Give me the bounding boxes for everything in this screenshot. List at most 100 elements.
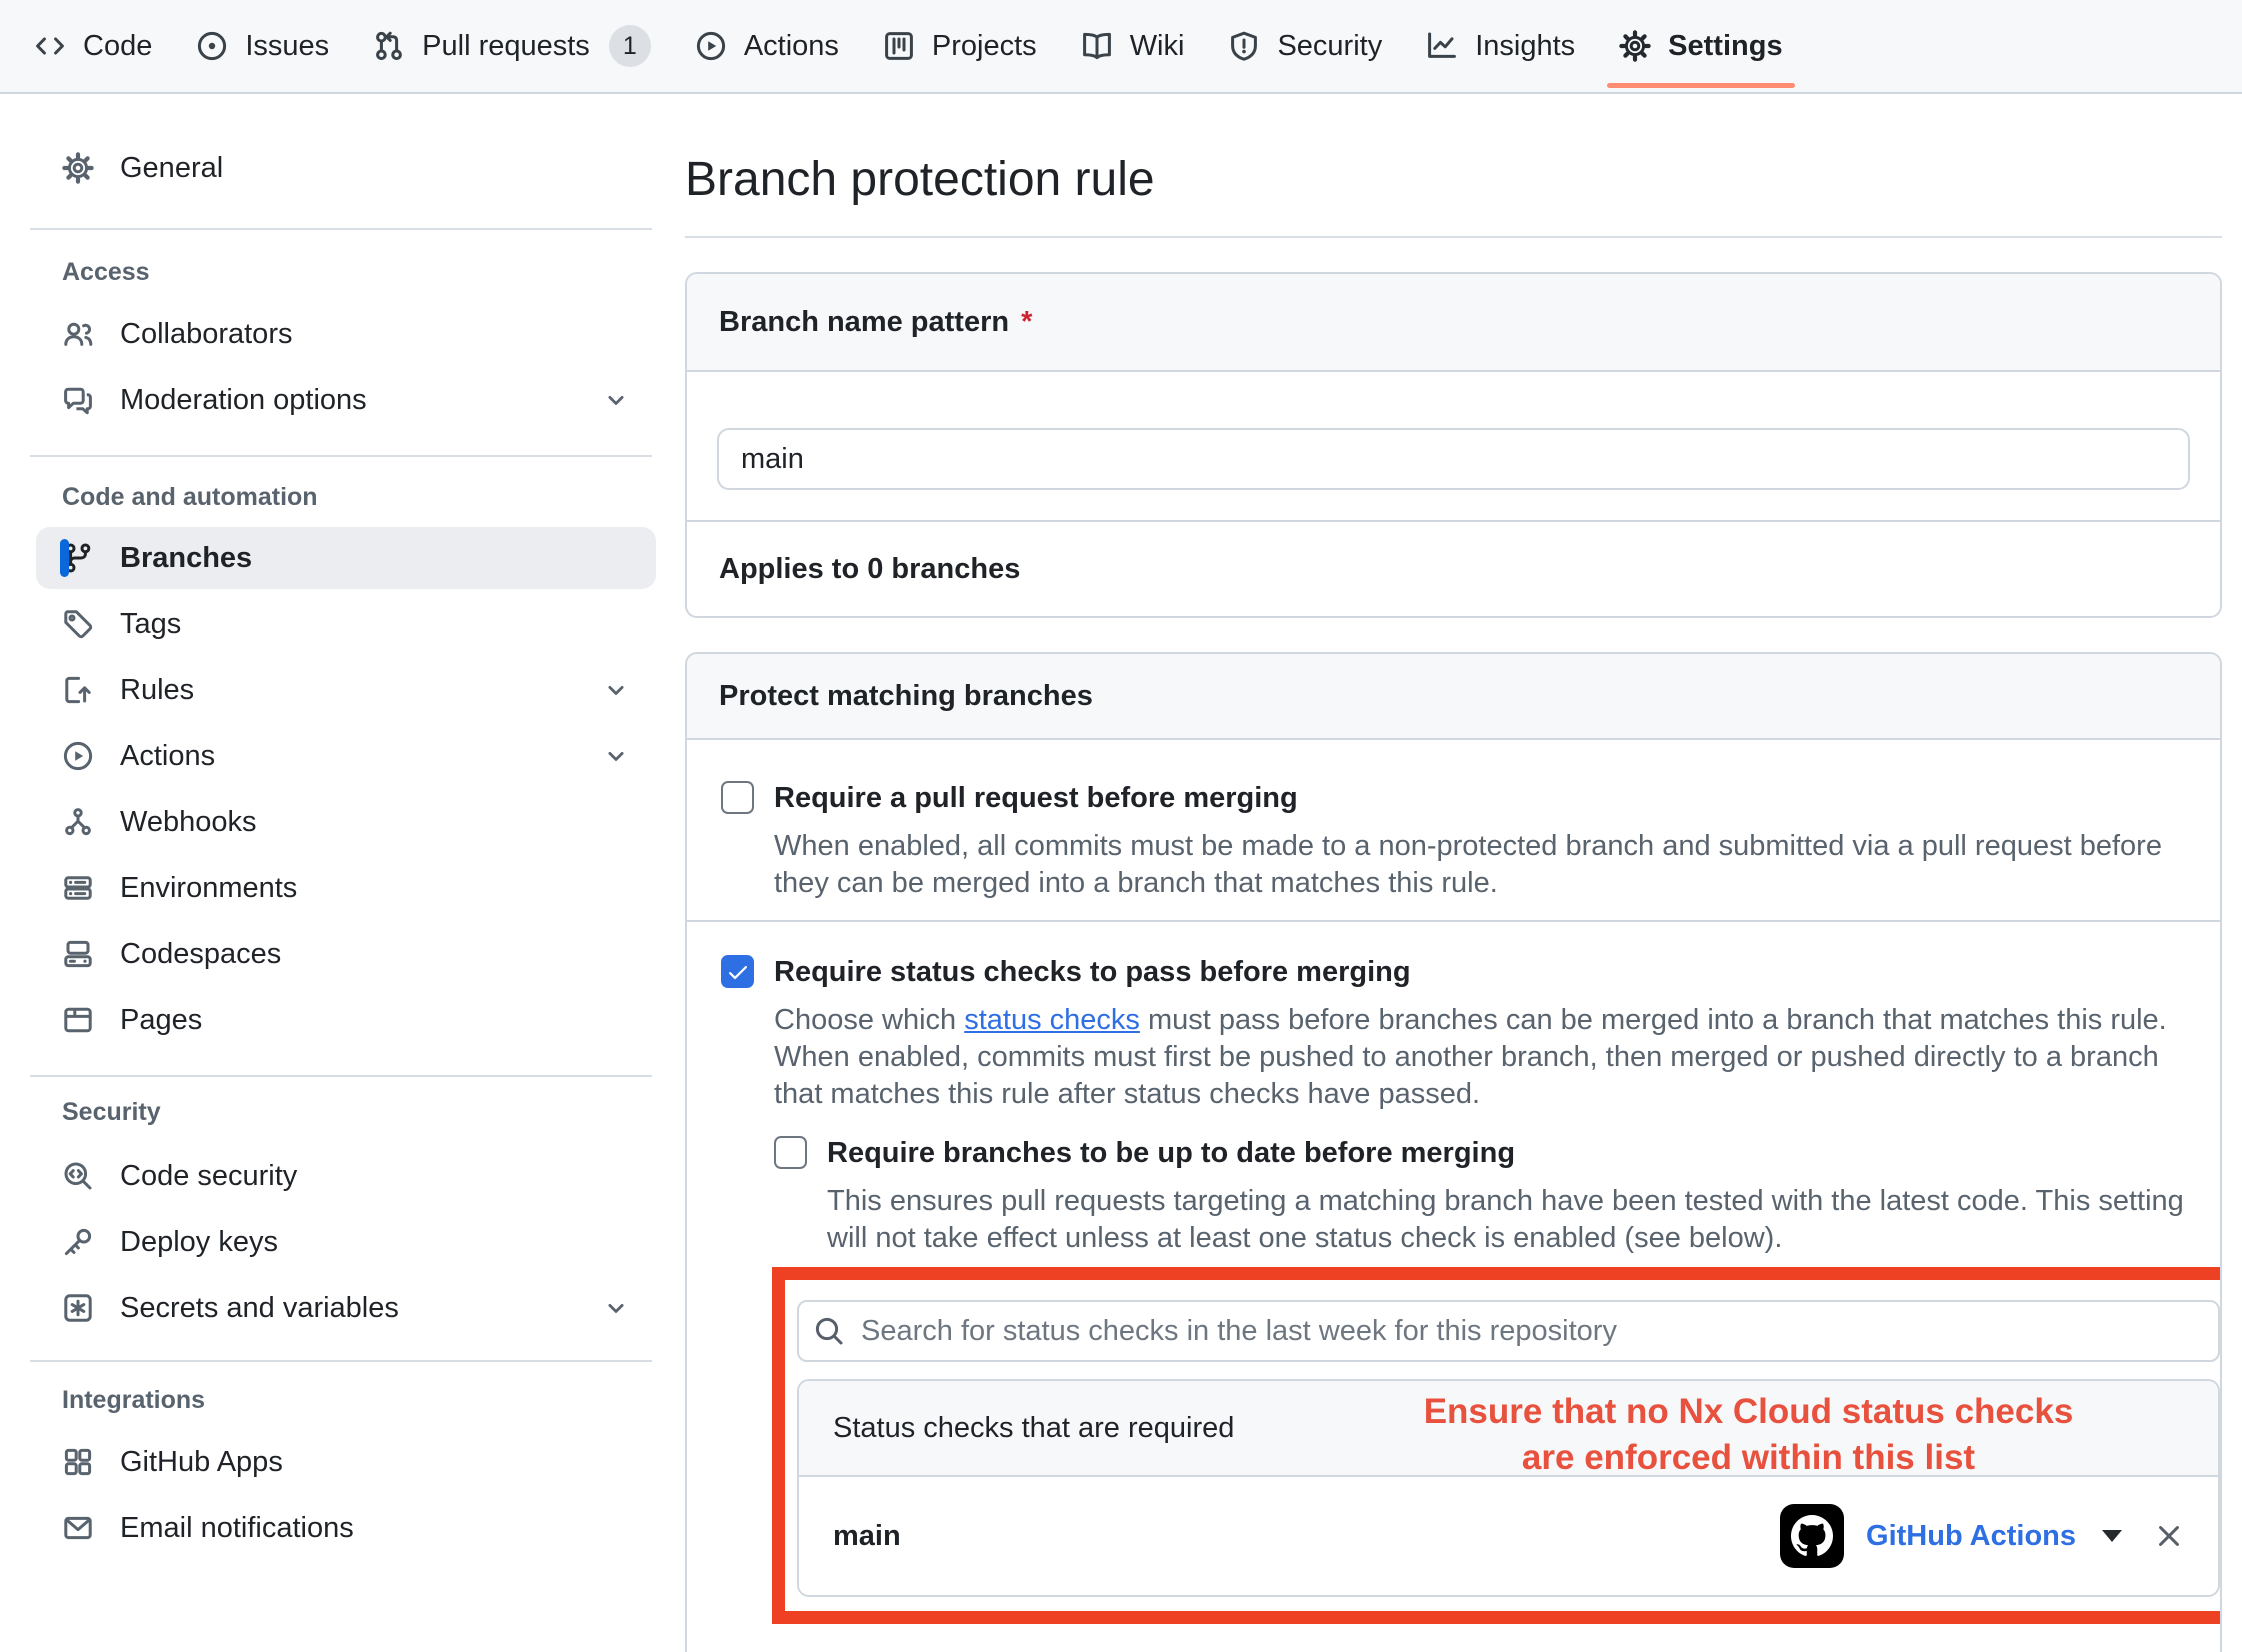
pull-request-count-badge: 1 — [609, 25, 651, 67]
tab-wiki[interactable]: Wiki — [1065, 0, 1201, 92]
sidebar-item-codespaces[interactable]: Codespaces — [36, 923, 656, 985]
caret-down-icon — [2102, 1530, 2122, 1542]
sidebar-item-label: Tags — [120, 608, 181, 641]
branch-name-pattern-header: Branch name pattern * — [687, 274, 2220, 372]
chevron-down-icon — [602, 386, 630, 414]
sidebar-item-secrets-variables[interactable]: Secrets and variables — [36, 1277, 656, 1339]
tab-settings[interactable]: Settings — [1603, 0, 1798, 92]
rule-require-up-to-date: Require branches to be up to date before… — [774, 1131, 2186, 1257]
sidebar-divider — [30, 455, 652, 457]
apps-grid-icon — [62, 1446, 94, 1478]
require-status-checks-checkbox[interactable] — [721, 955, 754, 988]
gear-icon — [1619, 30, 1651, 62]
sidebar-section-integrations: Integrations — [62, 1380, 562, 1420]
github-actions-app-avatar — [1780, 1504, 1844, 1568]
required-asterisk: * — [1021, 306, 1032, 339]
sidebar-item-label: Collaborators — [120, 318, 292, 351]
require-pull-request-checkbox[interactable] — [721, 781, 754, 814]
asterisk-box-icon — [62, 1292, 94, 1324]
tab-label: Settings — [1668, 30, 1782, 63]
sidebar-item-code-security[interactable]: Code security — [36, 1145, 656, 1207]
webhook-icon — [62, 806, 94, 838]
sidebar-item-tags[interactable]: Tags — [36, 593, 656, 655]
sidebar-section-security: Security — [62, 1092, 562, 1132]
sidebar-item-pages[interactable]: Pages — [36, 989, 656, 1051]
rule-description: This ensures pull requests targeting a m… — [827, 1183, 2186, 1257]
status-checks-link[interactable]: status checks — [964, 1004, 1140, 1036]
rules-icon — [62, 674, 94, 706]
people-icon — [62, 318, 94, 350]
tab-issues[interactable]: Issues — [180, 0, 345, 92]
sidebar-item-label: Secrets and variables — [120, 1292, 399, 1325]
codespaces-icon — [62, 938, 94, 970]
protect-matching-branches-header: Protect matching branches — [687, 654, 2220, 740]
sidebar-item-email-notifications[interactable]: Email notifications — [36, 1497, 656, 1559]
tag-icon — [62, 608, 94, 640]
sidebar-item-label: Webhooks — [120, 806, 257, 839]
status-checks-list-header-label: Status checks that are required — [833, 1412, 1234, 1445]
branch-name-pattern-card: Branch name pattern * Applies to 0 branc… — [685, 272, 2222, 618]
tab-label: Actions — [744, 30, 839, 63]
repo-tab-bar: Code Issues Pull requests 1 Actions Proj… — [0, 0, 2242, 94]
play-icon — [62, 740, 94, 772]
sidebar-item-rules[interactable]: Rules — [36, 659, 656, 721]
sidebar-divider — [30, 1360, 652, 1362]
github-settings-page: Code Issues Pull requests 1 Actions Proj… — [0, 0, 2242, 1642]
branch-protection-main: Branch protection rule Branch name patte… — [685, 94, 2222, 1642]
tab-label: Security — [1277, 30, 1382, 63]
octocat-mark-icon — [1791, 1515, 1833, 1557]
desc-text: Choose which — [774, 1004, 964, 1036]
sidebar-item-moderation-options[interactable]: Moderation options — [36, 369, 656, 431]
shield-icon — [1228, 30, 1260, 62]
github-actions-link[interactable]: GitHub Actions — [1866, 1520, 2076, 1553]
sidebar-item-label: Email notifications — [120, 1512, 354, 1545]
status-check-dropdown-caret[interactable] — [2102, 1530, 2122, 1542]
annotation-line: are enforced within this list — [1339, 1435, 2158, 1481]
sidebar-item-label: Actions — [120, 740, 215, 773]
chevron-down-icon — [602, 1294, 630, 1322]
graph-icon — [1426, 30, 1458, 62]
remove-status-check-button[interactable] — [2154, 1521, 2184, 1551]
book-icon — [1081, 30, 1113, 62]
tab-projects[interactable]: Projects — [867, 0, 1053, 92]
tab-pull-requests[interactable]: Pull requests 1 — [357, 0, 667, 92]
rule-title: Require a pull request before merging — [774, 776, 1298, 820]
status-check-row: main GitHub Actions — [799, 1477, 2218, 1595]
sidebar-item-label: General — [120, 152, 223, 185]
sidebar-item-label: Pages — [120, 1004, 202, 1037]
page-title: Branch protection rule — [685, 150, 2222, 210]
sidebar-item-collaborators[interactable]: Collaborators — [36, 303, 656, 365]
search-icon — [813, 1315, 845, 1347]
sidebar-item-label: Branches — [120, 542, 252, 575]
sidebar-item-github-apps[interactable]: GitHub Apps — [36, 1431, 656, 1493]
tab-security[interactable]: Security — [1212, 0, 1398, 92]
actions-play-icon — [695, 30, 727, 62]
sidebar-item-actions[interactable]: Actions — [36, 725, 656, 787]
sidebar-item-general[interactable]: General — [36, 137, 656, 199]
discussion-icon — [62, 384, 94, 416]
tab-label: Insights — [1475, 30, 1575, 63]
branch-name-pattern-label: Branch name pattern — [719, 306, 1009, 339]
tab-actions[interactable]: Actions — [679, 0, 855, 92]
status-checks-search-input[interactable] — [797, 1300, 2220, 1362]
projects-icon — [883, 30, 915, 62]
tab-label: Code — [83, 30, 152, 63]
require-up-to-date-checkbox[interactable] — [774, 1136, 807, 1169]
active-tab-underline — [1607, 83, 1794, 88]
sidebar-item-environments[interactable]: Environments — [36, 857, 656, 919]
sidebar-item-label: Deploy keys — [120, 1226, 278, 1259]
status-checks-list-header: Status checks that are required Ensure t… — [799, 1381, 2218, 1477]
tab-insights[interactable]: Insights — [1410, 0, 1591, 92]
tab-label: Wiki — [1130, 30, 1185, 63]
sidebar-item-label: Moderation options — [120, 384, 367, 417]
tab-label: Issues — [245, 30, 329, 63]
code-icon — [34, 30, 66, 62]
sidebar-item-branches[interactable]: Branches — [36, 527, 656, 589]
sidebar-item-label: Code security — [120, 1160, 297, 1193]
sidebar-item-label: Environments — [120, 872, 297, 905]
branch-name-pattern-input[interactable] — [717, 428, 2190, 490]
sidebar-item-deploy-keys[interactable]: Deploy keys — [36, 1211, 656, 1273]
rule-description: Choose which status checks must pass bef… — [774, 1002, 2186, 1113]
tab-code[interactable]: Code — [18, 0, 168, 92]
sidebar-item-webhooks[interactable]: Webhooks — [36, 791, 656, 853]
